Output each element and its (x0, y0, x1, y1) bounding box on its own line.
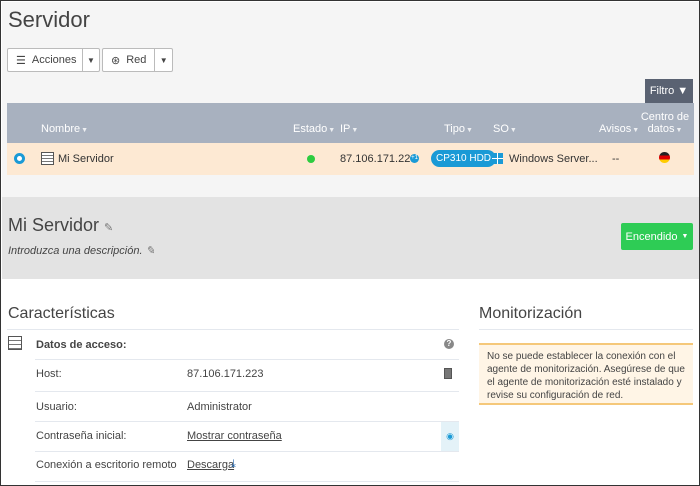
password-label: Contraseña inicial: (36, 430, 127, 442)
filter-label: Filtro (649, 85, 675, 97)
divider (7, 329, 459, 330)
column-type-label: Tipo (444, 123, 465, 135)
power-label: Encendido (625, 230, 678, 243)
ip-extra-badge[interactable]: +1 (410, 154, 419, 163)
detail-title-text: Mi Servidor (8, 215, 100, 235)
description-text: Introduzca una descripción. (8, 245, 143, 257)
server-detail-header (2, 197, 699, 279)
description-field[interactable]: Introduzca una descripción. ✎ (8, 244, 155, 257)
features-title: Características (8, 305, 115, 322)
column-ip-label: IP (340, 123, 351, 135)
user-label: Usuario: (36, 401, 77, 413)
germany-flag-icon (659, 152, 670, 163)
monitoring-warning: No se puede establecer la conexión con e… (479, 343, 693, 405)
ip-address: 87.106.171.223 (340, 153, 417, 165)
column-alerts-label: Avisos (599, 123, 632, 135)
page-title: Servidor (8, 7, 90, 32)
column-status[interactable]: Estado▼ (293, 123, 335, 135)
network-label: Red (126, 54, 147, 66)
host-value: 87.106.171.223 (187, 368, 264, 380)
remote-desktop-label: Conexión a escritorio remoto (36, 459, 177, 471)
eye-icon[interactable]: ◉ (441, 422, 459, 451)
status-dot (307, 155, 315, 163)
column-status-label: Estado (293, 123, 328, 135)
sort-icon: ▼ (81, 127, 89, 134)
radio-selected[interactable] (14, 153, 25, 164)
divider (35, 391, 459, 392)
chevron-down-icon[interactable]: ▼ (155, 56, 172, 65)
actions-button[interactable]: ☰ Acciones ▼ (7, 48, 100, 72)
alerts-value: -- (612, 153, 620, 165)
divider (35, 421, 459, 422)
column-type[interactable]: Tipo▼ (444, 123, 473, 135)
column-name-label: Nombre (41, 123, 81, 135)
copy-icon[interactable] (444, 368, 452, 379)
access-data-heading: Datos de acceso: (36, 339, 127, 351)
show-password-link[interactable]: Mostrar contraseña (187, 430, 282, 442)
column-alerts[interactable]: Avisos▼ (599, 123, 639, 135)
os-name: Windows Server... (509, 153, 598, 165)
divider (35, 359, 459, 360)
sort-icon: ▼ (509, 127, 517, 134)
edit-icon[interactable]: ✎ (104, 222, 113, 234)
user-value: Administrator (187, 401, 252, 413)
chevron-down-icon: ▼ (681, 233, 689, 240)
network-icon: ⊛ (111, 54, 121, 67)
server-name[interactable]: Mi Servidor (58, 153, 114, 165)
actions-label: Acciones (31, 54, 77, 66)
column-os[interactable]: SO▼ (493, 123, 517, 135)
divider (35, 451, 459, 452)
download-link[interactable]: Descarga (187, 459, 234, 471)
list-icon: ☰ (16, 54, 26, 67)
network-button[interactable]: ⊛ Red ▼ (102, 48, 173, 72)
power-button[interactable]: Encendido ▼ (621, 223, 693, 250)
sort-icon: ▼ (328, 127, 336, 134)
sort-icon: ▼ (351, 127, 359, 134)
column-name[interactable]: Nombre▼ (41, 123, 88, 135)
chevron-down-icon[interactable]: ▼ (83, 56, 99, 65)
access-data-icon (8, 336, 22, 350)
edit-icon[interactable]: ✎ (146, 245, 155, 257)
window: Servidor ☰ Acciones ▼ ⊛ Red ▼ Filtro ▼ Nomb… (0, 0, 700, 486)
filter-icon: ▼ (677, 85, 689, 97)
server-icon (41, 152, 54, 165)
filter-button[interactable]: Filtro ▼ (645, 79, 693, 103)
divider (35, 481, 459, 482)
host-label: Host: (36, 368, 62, 380)
table-header: Nombre▼ Estado▼ IP▼ Tipo▼ SO▼ Avisos▼ Ce… (7, 103, 694, 143)
type-badge: CP310 HDD (431, 150, 497, 167)
help-icon[interactable]: ? (444, 339, 454, 349)
windows-icon (492, 153, 503, 164)
sort-icon: ▼ (675, 127, 683, 134)
column-datacenter[interactable]: Centro de datos▼ (639, 111, 691, 137)
divider (479, 329, 693, 330)
detail-title[interactable]: Mi Servidor ✎ (8, 215, 113, 236)
download-icon[interactable]: ⤓ (231, 458, 236, 471)
monitoring-title: Monitorización (479, 305, 583, 322)
sort-icon: ▼ (466, 127, 473, 134)
column-ip[interactable]: IP▼ (340, 123, 358, 135)
table-row[interactable]: Mi Servidor 87.106.171.223 +1 CP310 HDD … (7, 143, 694, 175)
column-os-label: SO (493, 123, 509, 135)
